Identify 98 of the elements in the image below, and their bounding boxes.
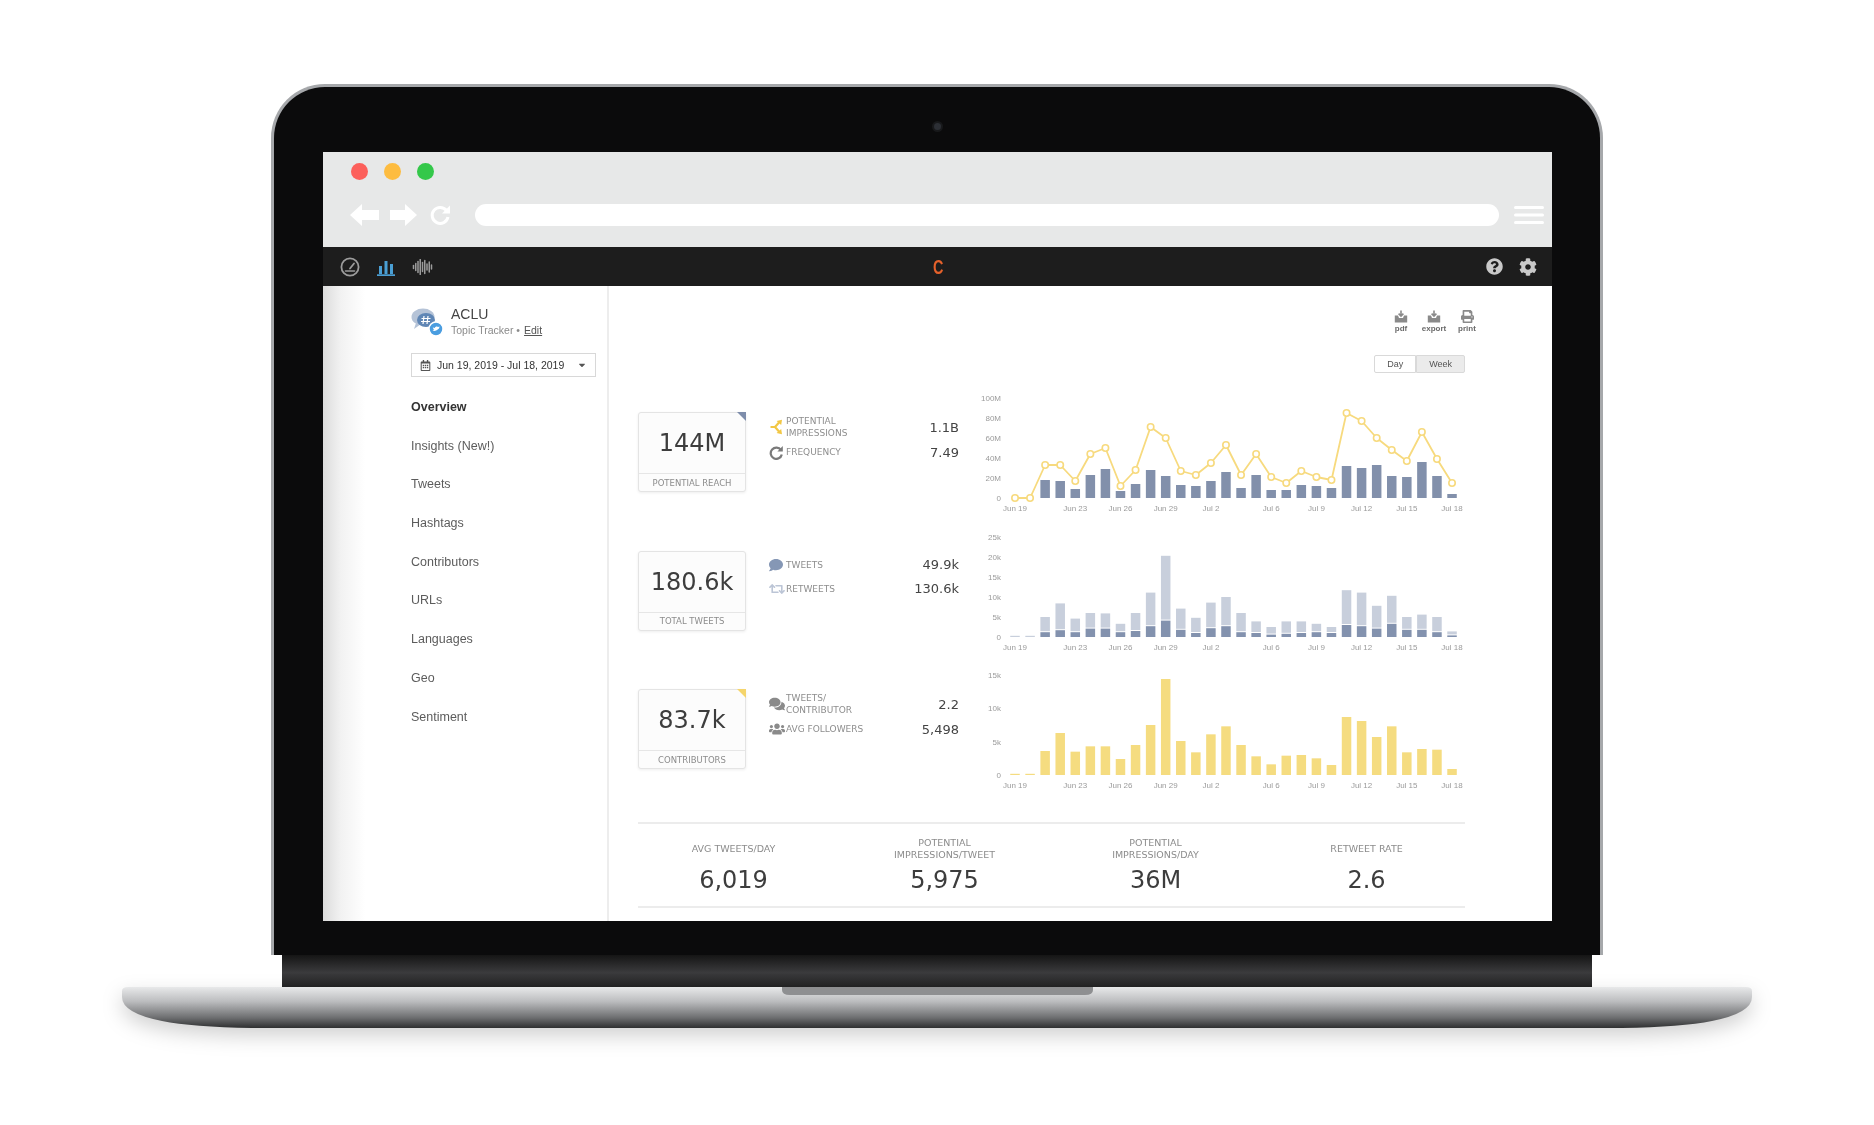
axis-tick-label: Jul 18 (1441, 642, 1463, 652)
axis-tick-label: 5k (992, 612, 1001, 622)
summary-label: RETWEET RATE (1330, 841, 1403, 856)
axis-tick-label: Jul 12 (1350, 642, 1373, 652)
webcam-icon (934, 123, 941, 130)
stat-value: 130.6k (913, 581, 959, 596)
stat-value: 2.2 (937, 696, 959, 712)
nav-link[interactable]: Languages (411, 629, 473, 650)
calendar-icon (420, 359, 431, 371)
gauge-icon[interactable] (340, 256, 360, 277)
axis-tick-label: 15k (988, 671, 1001, 680)
app-logo: C (933, 255, 944, 278)
nav-link[interactable]: URLs (411, 590, 443, 611)
stat-value: 7.49 (929, 444, 959, 460)
axis-tick-label: Jul 2 (1202, 781, 1220, 790)
tracker-type-label: Topic Tracker • (451, 323, 521, 337)
export-action-button[interactable]: pdf (1387, 310, 1415, 333)
speech-bubbles-icon (769, 696, 785, 712)
axis-tick-label: 10k (988, 592, 1001, 602)
stat-label: POTENTIAL IMPRESSIONS (786, 415, 849, 439)
maximize-window-icon[interactable] (417, 162, 434, 180)
axis-tick-label: Jun 29 (1153, 642, 1178, 652)
metric-value: 83.7k (657, 705, 727, 736)
address-bar[interactable] (475, 204, 1499, 226)
stat-label: TWEETS/CONTRIBUTOR (786, 692, 854, 716)
axis-tick-label: 5k (992, 737, 1001, 747)
summary-label: POTENTIAL IMPRESSIONS/DAY (1111, 835, 1200, 862)
date-range-picker[interactable]: Jun 19, 2019 - Jul 18, 2019 (411, 353, 596, 377)
axis-tick-label: Jul 15 (1396, 781, 1418, 790)
summary-value: 5,975 (910, 865, 979, 894)
axis-tick-label: Jul 9 (1307, 642, 1325, 652)
nav-link[interactable]: Sentiment (411, 706, 468, 727)
stat-value: 5,498 (920, 721, 959, 737)
settings-icon[interactable] (1519, 257, 1537, 276)
metric-label: TOTAL TWEETS (639, 611, 745, 630)
axis-tick-label: Jun 23 (1063, 642, 1088, 652)
axis-tick-label: 25k (988, 532, 1001, 542)
metric-value: 180.6k (649, 566, 735, 598)
axis-tick-label: Jul 12 (1350, 781, 1373, 790)
axis-tick-label: Jun 23 (1063, 781, 1088, 790)
axis-tick-label: 10k (988, 704, 1001, 714)
minimize-window-icon[interactable] (384, 162, 401, 180)
nav-link[interactable]: Hashtags (411, 513, 464, 534)
tray-download-icon (1427, 310, 1441, 323)
speech-bubble-icon (769, 557, 783, 572)
tray-download-icon (1394, 310, 1408, 323)
export-action-button[interactable]: export (1420, 310, 1448, 333)
summary-value: 2.6 (1347, 865, 1386, 894)
metric-value: 144M (657, 428, 727, 459)
stat-label: TWEETS (786, 558, 824, 571)
stat-value: 1.1B (928, 419, 959, 435)
stat-label: RETWEETS (786, 582, 836, 595)
axis-tick-label: Jun 26 (1108, 642, 1133, 652)
axis-tick-label: 0 (996, 632, 1001, 642)
axis-tick-label: Jul 6 (1262, 781, 1280, 790)
summary-label: AVG TWEETS/DAY (691, 841, 776, 856)
axis-tick-label: Jul 6 (1262, 642, 1280, 652)
export-action-button[interactable]: print (1453, 310, 1481, 333)
axis-tick-label: Jun 19 (1003, 781, 1027, 790)
nav-link[interactable]: Overview (411, 397, 467, 417)
stat-value: 49.9k (921, 557, 959, 572)
back-arrow-icon[interactable] (350, 204, 379, 226)
axis-tick-label: Jun 29 (1153, 781, 1178, 790)
nav-link[interactable]: Insights (New!) (411, 435, 495, 456)
topic-title: ACLU (451, 306, 490, 323)
refresh-icon (769, 444, 784, 460)
speech-bubbles-badge-icon (411, 306, 444, 337)
stat-label: FREQUENCY (786, 446, 842, 458)
axis-tick-label: Jul 2 (1202, 642, 1220, 652)
nav-link[interactable]: Tweets (411, 474, 451, 495)
printer-icon (1460, 310, 1474, 323)
axis-tick-label: 20k (988, 552, 1001, 562)
axis-tick-label: 15k (988, 572, 1001, 582)
waveform-icon[interactable] (412, 258, 433, 275)
axis-tick-label: Jul 9 (1307, 781, 1325, 790)
reload-icon[interactable] (429, 204, 451, 226)
forward-arrow-icon[interactable] (390, 204, 417, 226)
stat-label: AVG FOLLOWERS (786, 723, 865, 735)
axis-tick-label: Jun 26 (1108, 781, 1133, 790)
fork-arrow-icon (769, 419, 783, 435)
edit-link[interactable]: Edit (524, 323, 543, 337)
axis-tick-label: Jul 18 (1441, 781, 1463, 790)
summary-value: 6,019 (699, 865, 768, 894)
metric-label: POTENTIAL REACH (639, 473, 745, 491)
metric-label: CONTRIBUTORS (639, 750, 745, 768)
axis-tick-label: Jul 15 (1396, 642, 1418, 652)
nav-link[interactable]: Contributors (411, 551, 480, 572)
axis-tick-label: Jun 19 (1003, 642, 1027, 652)
help-icon[interactable] (1486, 258, 1503, 275)
interval-tab[interactable]: Day (1374, 355, 1417, 373)
axis-tick-label: 0 (996, 771, 1001, 780)
menu-icon[interactable] (1514, 205, 1544, 225)
interval-tab[interactable]: Week (1416, 355, 1465, 373)
people-icon (769, 721, 785, 737)
nav-link[interactable]: Geo (411, 667, 435, 688)
summary-label: POTENTIAL IMPRESSIONS/TWEET (893, 835, 996, 862)
summary-value: 36M (1129, 865, 1182, 894)
close-window-icon[interactable] (351, 162, 368, 180)
